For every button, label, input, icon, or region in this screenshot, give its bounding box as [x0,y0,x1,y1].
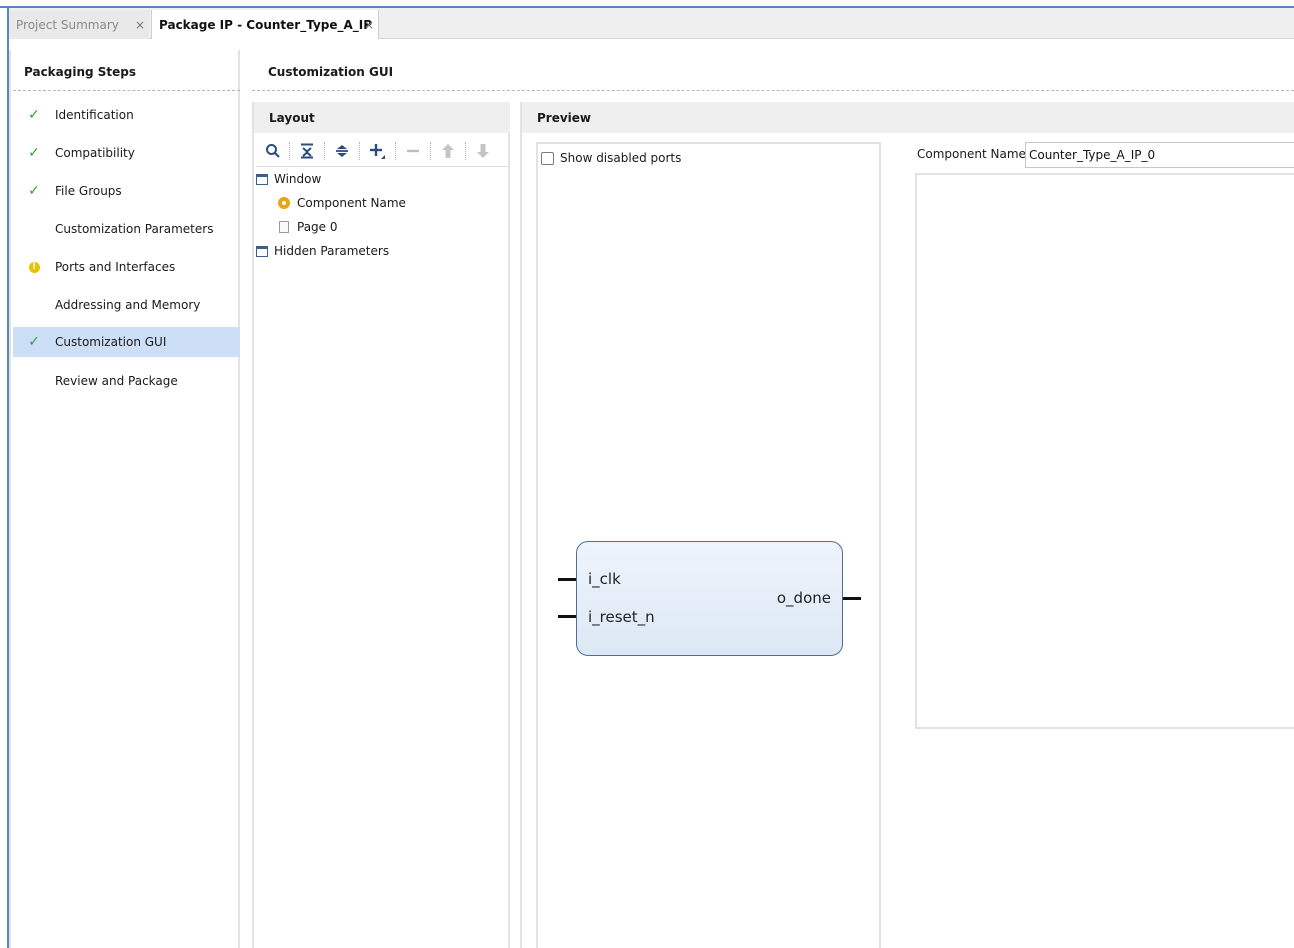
step-review-and-package[interactable]: Review and Package [13,366,240,396]
ip-symbol-area: Show disabled ports i_clk i_reset_n o_do… [536,142,881,948]
packaging-steps-panel: Packaging Steps ✓ Identification ✓ Compa… [9,50,240,948]
step-label: File Groups [55,184,122,198]
step-label: Customization GUI [55,335,167,349]
layout-toolbar [256,135,510,167]
step-label: Compatibility [55,146,135,160]
show-disabled-ports-label[interactable]: Show disabled ports [560,151,681,165]
customization-gui-header: Customization GUI [252,50,1294,92]
divider [13,90,240,91]
input-pin [558,615,576,618]
check-icon: ✓ [28,183,40,199]
collapse-all-icon[interactable] [296,140,318,162]
check-icon: ✓ [28,145,40,161]
ip-block-symbol: i_clk i_reset_n o_done [576,541,843,656]
tab-package-ip[interactable]: Package IP - Counter_Type_A_IP × [151,10,379,39]
step-label: Ports and Interfaces [55,260,176,274]
step-label: Customization Parameters [55,222,214,236]
tab-project-summary[interactable]: Project Summary × [9,10,149,39]
tab-bar: Project Summary × Package IP - Counter_T… [9,8,1294,39]
layout-title: Layout [254,102,510,133]
search-icon[interactable] [262,140,284,162]
panel-title: Packaging Steps [24,65,137,79]
tree-item-hidden-parameters[interactable]: Hidden Parameters [256,240,389,262]
close-icon[interactable]: × [135,18,145,32]
step-compatibility[interactable]: ✓ Compatibility [13,138,240,168]
check-icon: ✓ [28,334,40,350]
step-addressing-and-memory[interactable]: Addressing and Memory [13,290,240,320]
page-icon [279,221,289,233]
tree-item-label: Window [274,172,322,186]
step-file-groups[interactable]: ✓ File Groups [13,176,240,206]
add-icon[interactable] [366,140,388,162]
page-title: Customization GUI [268,65,394,79]
preview-panel: Preview Show disabled ports i_clk i_rese… [520,102,1294,948]
remove-icon[interactable] [402,140,424,162]
move-up-icon[interactable] [437,140,459,162]
move-down-icon[interactable] [472,140,494,162]
component-name-input[interactable] [1025,142,1294,168]
window-icon [256,173,268,185]
window-icon [256,245,268,257]
gear-icon [278,197,290,209]
component-name-label: Component Name [917,147,1026,161]
step-label: Review and Package [55,374,178,388]
tree-item-page-0[interactable]: Page 0 [278,216,338,238]
divider [252,90,1294,91]
page-0-area [915,173,1294,729]
output-pin [843,597,861,600]
tree-item-component-name[interactable]: Component Name [278,192,406,214]
preview-title: Preview [522,102,1294,133]
step-ports-and-interfaces[interactable]: ! Ports and Interfaces [13,252,240,282]
step-label: Identification [55,108,134,122]
tree-item-label: Component Name [297,196,406,210]
step-customization-gui[interactable]: ✓ Customization GUI [13,327,240,357]
step-label: Addressing and Memory [55,298,201,312]
tab-label: Project Summary [16,17,119,32]
warning-icon: ! [27,260,41,274]
port-label: o_done [776,589,831,607]
layout-panel: Layout Window Component Name Page 0 Hidd… [252,102,510,948]
tree-item-label: Page 0 [297,220,338,234]
port-label: i_clk [588,570,621,588]
close-icon[interactable]: × [364,18,374,32]
expand-all-icon[interactable] [331,140,353,162]
show-disabled-ports-checkbox[interactable] [541,152,554,165]
input-pin [558,578,576,581]
tree-item-window[interactable]: Window [256,168,321,190]
check-icon: ✓ [28,107,40,123]
step-customization-parameters[interactable]: Customization Parameters [13,214,240,244]
step-identification[interactable]: ✓ Identification [13,100,240,130]
port-label: i_reset_n [588,608,655,626]
tree-item-label: Hidden Parameters [274,244,390,258]
package-ip-window: Project Summary × Package IP - Counter_T… [0,0,1294,948]
tab-label: Package IP - Counter_Type_A_IP [159,17,373,32]
